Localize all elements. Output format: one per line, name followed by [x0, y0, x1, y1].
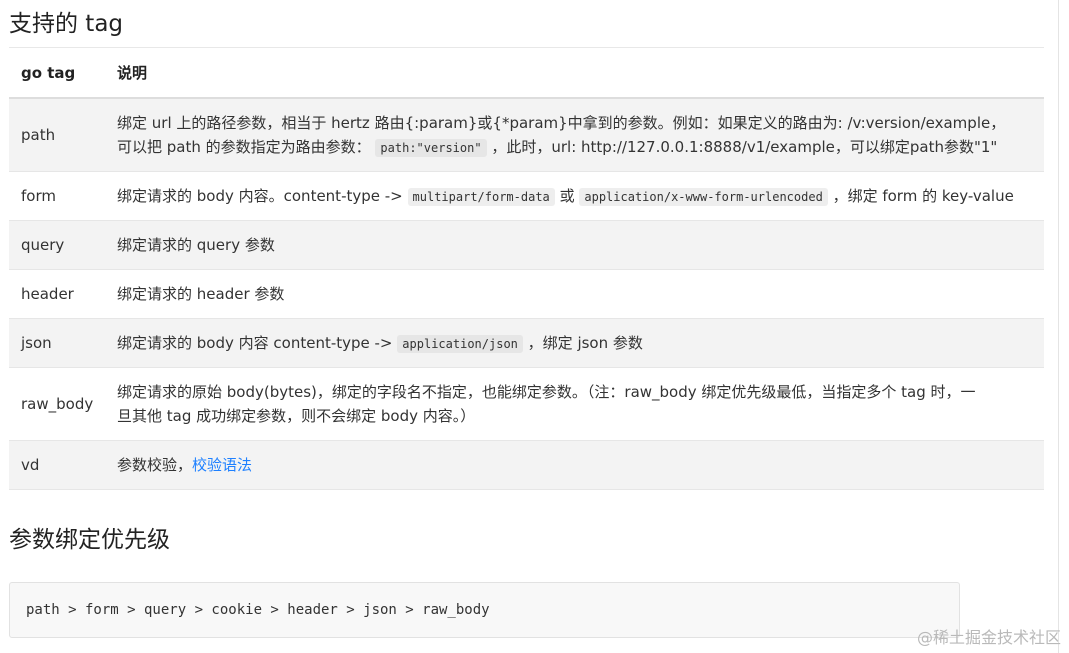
code-block-text: path > form > query > cookie > header > … — [26, 602, 490, 618]
tag-description: 绑定请求的 query 参数 — [105, 220, 1044, 270]
tag-description: 绑定请求的 body 内容 content-type -> applicatio… — [105, 318, 1044, 368]
description-line: 绑定请求的原始 body(bytes)，绑定的字段名不指定，也能绑定参数。（注：… — [117, 383, 976, 401]
description-text: 绑定请求的 body 内容 content-type -> — [117, 333, 393, 352]
description-text: ，绑定 form 的 key-value — [832, 186, 1014, 205]
page: 支持的 tag go tag 说明 path 绑定 url 上的路径参数，相当于… — [0, 0, 1069, 653]
tag-description: 绑定请求的原始 body(bytes)，绑定的字段名不指定，也能绑定参数。（注：… — [105, 367, 1044, 441]
tag-description: 绑定请求的 header 参数 — [105, 269, 1044, 319]
code-block: path > form > query > cookie > header > … — [9, 582, 960, 638]
tag-name: vd — [9, 440, 105, 490]
table-row: raw_body 绑定请求的原始 body(bytes)，绑定的字段名不指定，也… — [9, 367, 1044, 441]
tag-name: query — [9, 220, 105, 270]
description-line: 可以把 path 的参数指定为路由参数： path:"version" ，此时，… — [117, 135, 1044, 160]
tag-description: 绑定 url 上的路径参数，相当于 hertz 路由{:param}或{*par… — [105, 98, 1044, 172]
inline-code: application/x-www-form-urlencoded — [579, 187, 828, 206]
description-text: ，绑定 json 参数 — [527, 333, 643, 352]
table-row: path 绑定 url 上的路径参数，相当于 hertz 路由{:param}或… — [9, 98, 1044, 172]
tag-name: form — [9, 171, 105, 221]
column-header-go-tag: go tag — [9, 49, 105, 99]
description-line: 旦其他 tag 成功绑定参数，则不会绑定 body 内容。） — [117, 407, 476, 425]
description-text: 可以把 path 的参数指定为路由参数： — [117, 137, 371, 156]
description-text: 参数校验， — [117, 456, 193, 474]
heading-divider — [9, 47, 1044, 48]
section-heading-binding-priority: 参数绑定优先级 — [9, 527, 170, 553]
tag-description: 参数校验，校验语法 — [105, 440, 1044, 490]
inline-code: application/json — [397, 334, 523, 353]
description-text: 绑定请求的 body 内容。content-type -> — [117, 186, 403, 205]
description-text: 或 — [559, 186, 575, 205]
table-row: json 绑定请求的 body 内容 content-type -> appli… — [9, 318, 1044, 368]
watermark: @稀土掘金技术社区 — [916, 628, 1061, 647]
inline-code: multipart/form-data — [407, 187, 555, 206]
tag-table: go tag 说明 path 绑定 url 上的路径参数，相当于 hertz 路… — [9, 49, 1044, 490]
table-row: header 绑定请求的 header 参数 — [9, 269, 1044, 319]
tag-name: json — [9, 318, 105, 368]
inline-code: path:"version" — [375, 138, 487, 157]
tag-description: 绑定请求的 body 内容。content-type -> multipart/… — [105, 171, 1044, 221]
tag-name: path — [9, 98, 105, 172]
tag-name: raw_body — [9, 367, 105, 441]
page-edge-divider — [1058, 0, 1059, 653]
validation-syntax-link[interactable]: 校验语法 — [192, 456, 252, 474]
description-text: ，此时，url: http://127.0.0.1:8888/v1/exampl… — [491, 137, 998, 156]
section-heading-supported-tags: 支持的 tag — [9, 11, 124, 37]
table-row: query 绑定请求的 query 参数 — [9, 220, 1044, 270]
column-header-description: 说明 — [105, 49, 1044, 99]
description-line: 绑定 url 上的路径参数，相当于 hertz 路由{:param}或{*par… — [117, 113, 1006, 132]
table-row: vd 参数校验，校验语法 — [9, 440, 1044, 490]
table-header-row: go tag 说明 — [9, 49, 1044, 99]
table-row: form 绑定请求的 body 内容。content-type -> multi… — [9, 171, 1044, 221]
tag-name: header — [9, 269, 105, 319]
